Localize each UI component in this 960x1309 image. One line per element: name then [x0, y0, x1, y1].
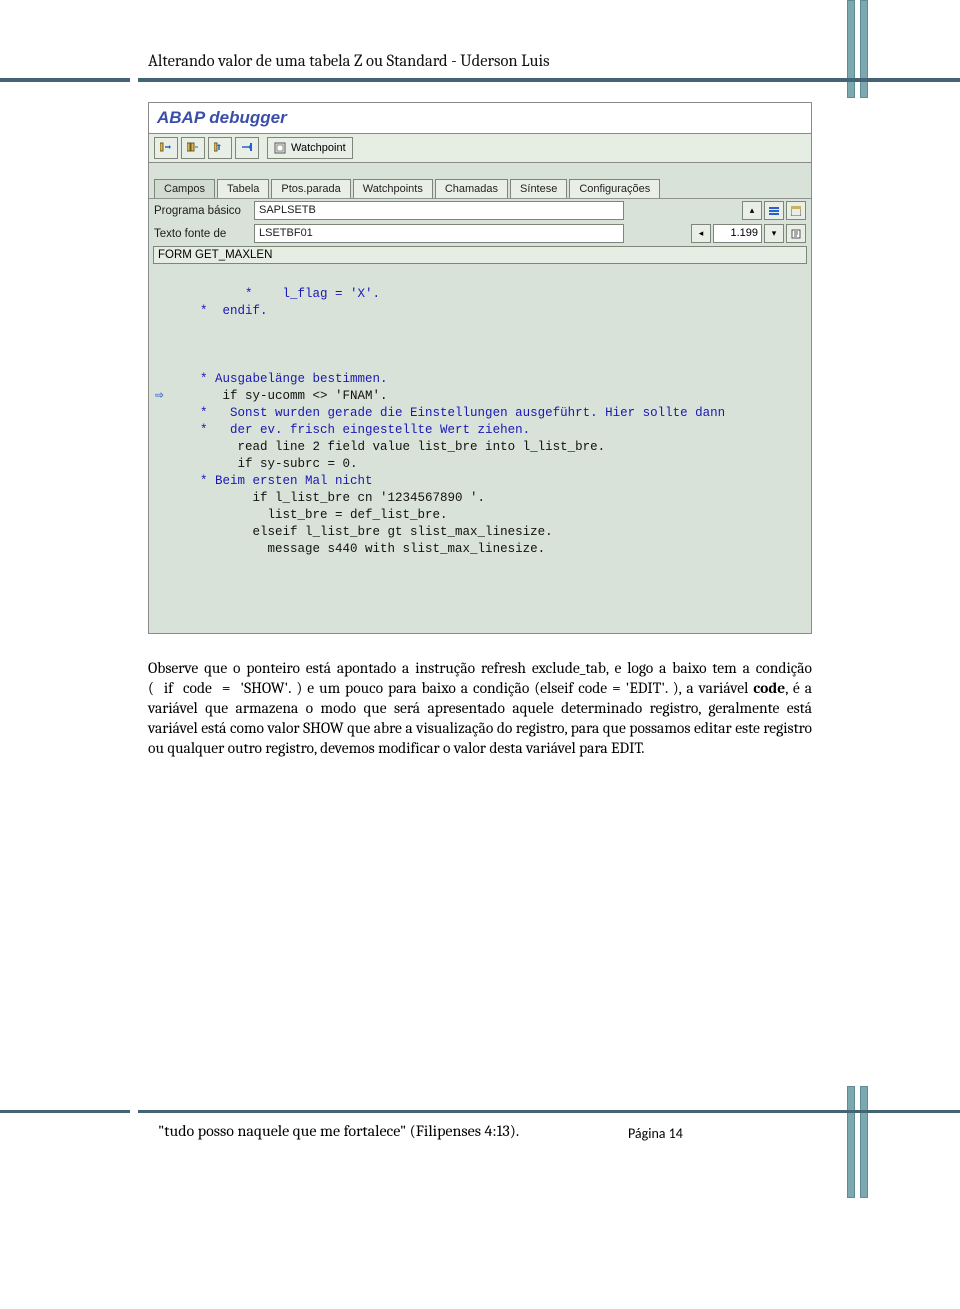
nav-editor-button[interactable]: [786, 224, 806, 243]
form-name-box: FORM GET_MAXLEN: [153, 246, 807, 264]
tab-watchpoints[interactable]: Watchpoints: [353, 179, 433, 198]
code-pane: ⇨ * l_flag = 'X'. * endif. * Ausgabeläng…: [149, 265, 811, 633]
nav-stack-button[interactable]: [764, 201, 784, 220]
footer-rule: [0, 1110, 130, 1113]
footer-page-number: Página 14: [628, 1125, 683, 1142]
source-field[interactable]: LSETBF01: [254, 224, 624, 243]
pointer-arrow-icon: ⇨: [155, 388, 163, 405]
body-paragraph: Observe que o ponteiro está apontado a i…: [148, 658, 812, 758]
nav-down-button[interactable]: ▾: [764, 224, 784, 243]
page-content: ABAP debugger Watchpoint Campos Tabela P…: [0, 92, 960, 778]
tab-ptos-parada[interactable]: Ptos.parada: [271, 179, 350, 198]
footer-ornament-bar: [860, 1086, 868, 1198]
program-field[interactable]: SAPLSETB: [254, 201, 624, 220]
nav-up-button[interactable]: ▴: [742, 201, 762, 220]
sap-debugger-window: ABAP debugger Watchpoint Campos Tabela P…: [148, 102, 812, 634]
footer-quote: "tudo posso naquele que me fortalece" (F…: [158, 1122, 519, 1140]
watchpoint-icon: [274, 142, 286, 154]
nav-left-button[interactable]: ◂: [691, 224, 711, 243]
page-indicator[interactable]: 1.199: [713, 224, 762, 243]
tab-tabela[interactable]: Tabela: [217, 179, 269, 198]
nav-layout-button[interactable]: [786, 201, 806, 220]
page-header: Alterando valor de uma tabela Z ou Stand…: [0, 0, 960, 92]
header-ornament-bar: [847, 0, 855, 98]
footer-rule: [138, 1110, 960, 1113]
footer-ornament-bar: [847, 1086, 855, 1198]
header-rule: [138, 78, 960, 82]
program-label: Programa básico: [154, 205, 254, 217]
sap-tabs: Campos Tabela Ptos.parada Watchpoints Ch…: [149, 173, 811, 199]
watchpoint-button[interactable]: Watchpoint: [267, 137, 353, 159]
toolbar-button-step-out[interactable]: [208, 137, 232, 159]
tab-configuracoes[interactable]: Configurações: [569, 179, 660, 198]
toolbar-separator: [262, 138, 264, 158]
header-rule: [0, 78, 130, 82]
sap-toolbar: Watchpoint: [149, 134, 811, 163]
source-label: Texto fonte de: [154, 228, 254, 240]
toolbar-button-step-into[interactable]: [154, 137, 178, 159]
tab-chamadas[interactable]: Chamadas: [435, 179, 508, 198]
page-header-title: Alterando valor de uma tabela Z ou Stand…: [148, 52, 550, 71]
tab-campos[interactable]: Campos: [154, 179, 215, 198]
tab-sintese[interactable]: Síntese: [510, 179, 567, 198]
sap-title: ABAP debugger: [149, 103, 811, 134]
watchpoint-label: Watchpoint: [291, 142, 346, 154]
toolbar-button-step-over[interactable]: [181, 137, 205, 159]
toolbar-button-continue[interactable]: [235, 137, 259, 159]
program-controls: Programa básico SAPLSETB ▴ Texto fonte d…: [149, 199, 811, 245]
page-footer: "tudo posso naquele que me fortalece" (F…: [0, 1078, 960, 1198]
header-ornament-bar: [860, 0, 868, 98]
